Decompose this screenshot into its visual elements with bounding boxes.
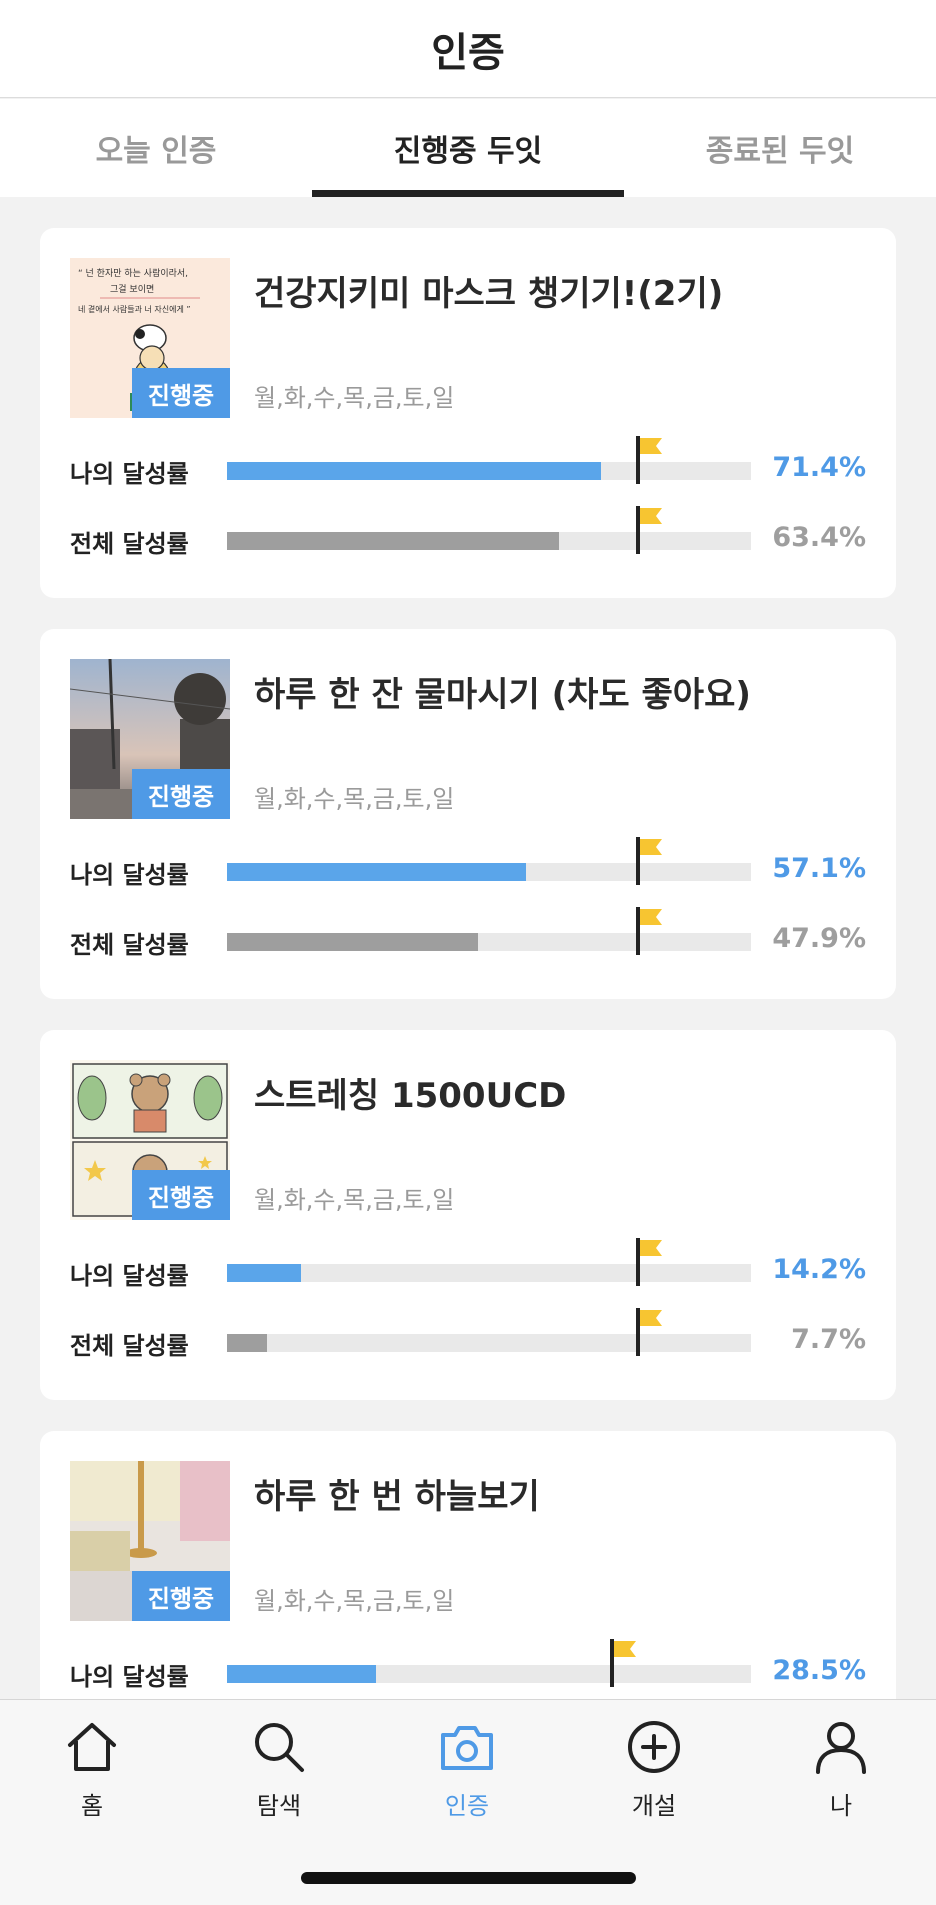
my-rate-label: 나의 달성률 xyxy=(70,861,189,889)
status-badge: 진행중 xyxy=(132,769,230,819)
my-rate-value: 57.1% xyxy=(772,853,866,884)
my-rate-fill xyxy=(227,1264,302,1282)
goal-flag-icon xyxy=(635,907,666,955)
challenge-thumbnail: “ 넌 한자만 하는 사람이라서, 그걸 보이면 네 곁에서 사람들과 너 자신… xyxy=(70,258,230,418)
my-rate-value: 28.5% xyxy=(772,1655,866,1686)
total-rate-label: 전체 달성률 xyxy=(70,530,189,558)
challenge-title: 하루 한 잔 물마시기 (차도 좋아요) xyxy=(254,675,751,715)
search-icon xyxy=(255,1723,304,1772)
nav-certify[interactable]: 인증 xyxy=(407,1718,527,1828)
challenge-title: 하루 한 번 하늘보기 xyxy=(254,1477,540,1517)
nav-me[interactable]: 나 xyxy=(781,1718,901,1828)
thumb-text-2: 그걸 보이면 xyxy=(110,284,154,295)
goal-flag-icon xyxy=(635,837,666,885)
my-rate-row: 나의 달성률 57.1% xyxy=(70,837,866,889)
challenge-title: 스트레칭 1500UCD xyxy=(254,1076,567,1116)
my-rate-fill xyxy=(227,1665,377,1683)
goal-flag-icon xyxy=(635,506,666,554)
my-rate-label: 나의 달성률 xyxy=(70,1663,189,1691)
goal-flag-icon xyxy=(635,1308,666,1356)
my-rate-label: 나의 달성률 xyxy=(70,460,189,488)
my-rate-track xyxy=(227,1264,751,1282)
challenge-list[interactable]: “ 넌 한자만 하는 사람이라서, 그걸 보이면 네 곁에서 사람들과 너 자신… xyxy=(0,197,936,1699)
my-rate-track xyxy=(227,462,751,480)
tab-today[interactable]: 오늘 인증 xyxy=(0,99,312,197)
plus-circle-icon xyxy=(628,1721,680,1773)
my-rate-track xyxy=(227,1665,751,1683)
total-rate-label: 전체 달성률 xyxy=(70,931,189,959)
total-rate-row: 전체 달성률 63.4% xyxy=(70,506,866,558)
challenge-days: 월,화,수,목,금,토,일 xyxy=(254,785,455,813)
nav-certify-label: 인증 xyxy=(444,1792,490,1820)
challenge-days: 월,화,수,목,금,토,일 xyxy=(254,1587,455,1615)
page-title: 인증 xyxy=(431,29,505,76)
tab-in-progress[interactable]: 진행중 두잇 xyxy=(312,99,624,197)
camera-icon xyxy=(441,1726,493,1770)
status-badge: 진행중 xyxy=(132,1170,230,1220)
total-rate-value: 47.9% xyxy=(772,923,866,954)
my-rate-fill xyxy=(227,863,527,881)
nav-create[interactable]: 개설 xyxy=(594,1718,714,1828)
challenge-card[interactable]: 진행중 하루 한 번 하늘보기 월,화,수,목,금,토,일 나의 달성률 28.… xyxy=(40,1431,896,1699)
challenge-card[interactable]: 진행중 하루 한 잔 물마시기 (차도 좋아요) 월,화,수,목,금,토,일 나… xyxy=(40,629,896,999)
challenge-thumbnail: 진행중 xyxy=(70,1461,230,1621)
my-rate-row: 나의 달성률 28.5% xyxy=(70,1639,866,1691)
my-rate-fill xyxy=(227,462,602,480)
my-rate-label: 나의 달성률 xyxy=(70,1262,189,1290)
nav-search[interactable]: 탐색 xyxy=(219,1718,339,1828)
home-indicator xyxy=(301,1872,636,1884)
nav-create-label: 개설 xyxy=(631,1792,677,1820)
challenge-card[interactable]: 진행중 스트레칭 1500UCD 월,화,수,목,금,토,일 나의 달성률 14… xyxy=(40,1030,896,1400)
nav-home[interactable]: 홈 xyxy=(32,1718,152,1828)
goal-flag-icon xyxy=(609,1639,640,1687)
status-badge: 진행중 xyxy=(132,368,230,418)
my-rate-value: 71.4% xyxy=(772,452,866,483)
my-rate-value: 14.2% xyxy=(772,1254,866,1285)
nav-home-label: 홈 xyxy=(80,1792,104,1820)
challenge-title: 건강지키미 마스크 챙기기!(2기) xyxy=(254,274,724,314)
goal-flag-icon xyxy=(635,436,666,484)
challenge-thumbnail: 진행중 xyxy=(70,659,230,819)
nav-search-label: 탐색 xyxy=(256,1792,302,1820)
total-rate-value: 63.4% xyxy=(772,522,866,553)
my-rate-row: 나의 달성률 71.4% xyxy=(70,436,866,488)
total-rate-row: 전체 달성률 7.7% xyxy=(70,1308,866,1360)
total-rate-fill xyxy=(227,933,478,951)
total-rate-track xyxy=(227,1334,751,1352)
challenge-card[interactable]: “ 넌 한자만 하는 사람이라서, 그걸 보이면 네 곁에서 사람들과 너 자신… xyxy=(40,228,896,598)
home-icon xyxy=(68,1723,116,1771)
total-rate-fill xyxy=(227,1334,268,1352)
thumb-text-3: 네 곁에서 사람들과 너 자신에게 ” xyxy=(78,304,191,314)
goal-flag-icon xyxy=(635,1238,666,1286)
total-rate-label: 전체 달성률 xyxy=(70,1332,189,1360)
total-rate-row: 전체 달성률 47.9% xyxy=(70,907,866,959)
tab-ended[interactable]: 종료된 두잇 xyxy=(624,99,936,197)
total-rate-fill xyxy=(227,532,560,550)
challenge-thumbnail: 진행중 xyxy=(70,1060,230,1220)
nav-me-label: 나 xyxy=(829,1792,853,1820)
status-badge: 진행중 xyxy=(132,1571,230,1621)
total-rate-track xyxy=(227,532,751,550)
app-header: 인증 xyxy=(0,0,936,98)
person-icon xyxy=(816,1722,866,1774)
challenge-days: 월,화,수,목,금,토,일 xyxy=(254,1186,455,1214)
tab-bar: 오늘 인증 진행중 두잇 종료된 두잇 xyxy=(0,99,936,197)
challenge-days: 월,화,수,목,금,토,일 xyxy=(254,384,455,412)
my-rate-row: 나의 달성률 14.2% xyxy=(70,1238,866,1290)
total-rate-track xyxy=(227,933,751,951)
my-rate-track xyxy=(227,863,751,881)
thumb-text-1: “ 넌 한자만 하는 사람이라서, xyxy=(78,267,188,279)
total-rate-value: 7.7% xyxy=(791,1324,866,1355)
